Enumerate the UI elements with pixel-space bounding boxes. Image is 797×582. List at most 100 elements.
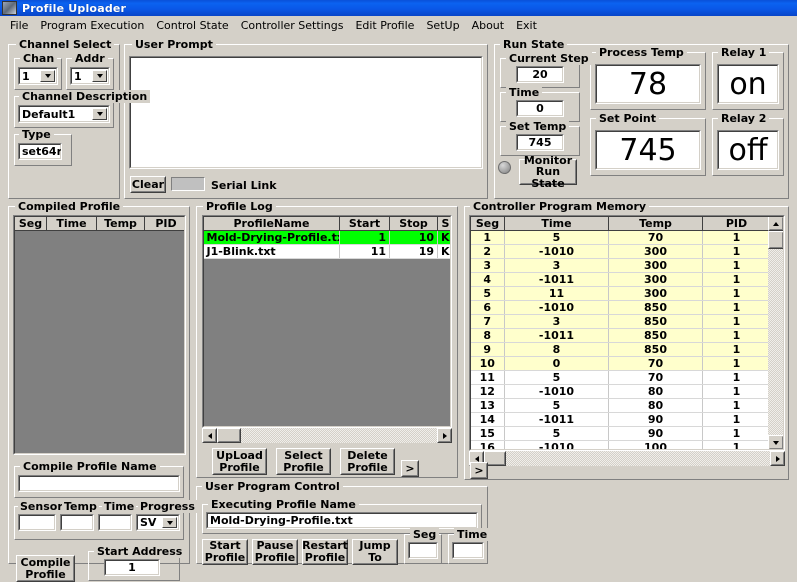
col-header-time[interactable]: Time (47, 217, 97, 231)
col-header-temp[interactable]: Temp (609, 217, 703, 231)
vscroll-thumb[interactable] (768, 231, 784, 249)
cpm-row[interactable]: 5113001 (471, 287, 771, 301)
monitor-run-state-button[interactable]: Monitor Run State (519, 159, 577, 185)
scroll-up-icon[interactable] (768, 216, 784, 231)
chevron-down-icon[interactable] (92, 108, 107, 120)
profile-log-more-button[interactable]: > (401, 460, 419, 477)
empty-cell (204, 357, 340, 371)
cpm-row[interactable]: 8-10118501 (471, 329, 771, 343)
empty-cell (204, 385, 340, 399)
menu-item-control-state[interactable]: Control State (150, 17, 234, 34)
cpm-row[interactable]: 12-1010801 (471, 385, 771, 399)
vscroll-track[interactable] (768, 216, 784, 450)
progress-dropdown[interactable]: SV (136, 514, 180, 531)
empty-cell (145, 399, 187, 413)
col-header-pid[interactable]: PID (703, 217, 771, 231)
compiled-profile-empty-row (15, 385, 187, 399)
clear-button[interactable]: Clear (130, 176, 166, 193)
upload-profile-button[interactable]: UpLoad Profile (212, 448, 267, 475)
menu-item-file[interactable]: File (4, 17, 34, 34)
cpm-hscrollbar[interactable] (469, 451, 785, 466)
app-icon (2, 1, 17, 15)
compile-temp-input[interactable] (60, 514, 94, 531)
col-header-pid[interactable]: PID (145, 217, 187, 231)
jump-seg-input[interactable] (408, 542, 438, 559)
hscroll-track[interactable] (469, 451, 785, 466)
col-header-seg[interactable]: Seg (15, 217, 47, 231)
cpm-row[interactable]: 100701 (471, 357, 771, 371)
chan-dropdown[interactable]: 1 (18, 67, 58, 85)
cpm-row[interactable]: 988501 (471, 343, 771, 357)
cpm-vscrollbar[interactable] (768, 216, 784, 450)
jump-to-button[interactable]: Jump To (352, 539, 398, 565)
cpm-more-button[interactable]: > (470, 462, 488, 479)
cpm-row[interactable]: 155901 (471, 427, 771, 441)
cpm-row[interactable]: 333001 (471, 259, 771, 273)
channel-description-dropdown[interactable]: Default1 (18, 105, 110, 123)
empty-cell (390, 259, 438, 273)
col-header-time[interactable]: Time (505, 217, 609, 231)
jump-time-input[interactable] (452, 542, 484, 559)
empty-cell (145, 413, 187, 427)
empty-cell (15, 371, 47, 385)
col-header-seg[interactable]: Seg (471, 217, 505, 231)
col-header-start[interactable]: Start (340, 217, 390, 231)
empty-cell (204, 343, 340, 357)
profile-log-row[interactable]: Mold-Drying-Profile.txt110K (204, 231, 453, 245)
user-prompt-textarea[interactable] (129, 56, 483, 169)
delete-profile-button[interactable]: Delete Profile (340, 448, 395, 475)
profile-log-row[interactable]: J1-Blink.txt1119K (204, 245, 453, 259)
executing-profile-name-field[interactable]: Mold-Drying-Profile.txt (206, 512, 478, 529)
cpm-temp-cell: 90 (609, 427, 703, 441)
col-header-profilename[interactable]: ProfileName (204, 217, 340, 231)
menu-item-controller-settings[interactable]: Controller Settings (235, 17, 350, 34)
profile-log-hscrollbar[interactable] (202, 428, 452, 443)
type-label: Type (19, 128, 54, 141)
col-header-temp[interactable]: Temp (97, 217, 145, 231)
scroll-right-icon[interactable] (437, 428, 452, 443)
menu-item-program-execution[interactable]: Program Execution (34, 17, 150, 34)
menu-item-edit-profile[interactable]: Edit Profile (349, 17, 420, 34)
col-header-stop[interactable]: Stop (390, 217, 438, 231)
pause-profile-button[interactable]: Pause Profile (252, 539, 298, 565)
chevron-down-icon[interactable] (162, 517, 177, 528)
profile-log-empty-row (204, 385, 453, 399)
user-prompt-text (130, 57, 482, 63)
col-header-s[interactable]: S (438, 217, 453, 231)
cpm-row[interactable]: 16-10101001 (471, 441, 771, 452)
compiled-profile-grid[interactable]: Seg Time Temp PID (13, 215, 186, 455)
hscroll-thumb[interactable] (217, 428, 241, 443)
profile-log-empty-row (204, 413, 453, 427)
compile-time-input[interactable] (98, 514, 132, 531)
cpm-row[interactable]: 4-10113001 (471, 273, 771, 287)
compile-profile-button[interactable]: Compile Profile (16, 555, 75, 582)
cpm-row[interactable]: 115701 (471, 371, 771, 385)
addr-dropdown[interactable]: 1 (70, 67, 110, 85)
cpm-row[interactable]: 15701 (471, 231, 771, 245)
cpm-row[interactable]: 14-1011901 (471, 413, 771, 427)
cpm-row[interactable]: 135801 (471, 399, 771, 413)
empty-cell (390, 385, 438, 399)
empty-cell (340, 273, 390, 287)
cpm-row[interactable]: 738501 (471, 315, 771, 329)
scroll-down-icon[interactable] (768, 435, 784, 450)
chevron-down-icon[interactable] (92, 70, 107, 82)
menu-item-exit[interactable]: Exit (510, 17, 543, 34)
start-profile-button[interactable]: Start Profile (202, 539, 248, 565)
restart-profile-button[interactable]: Restart Profile (302, 539, 348, 565)
compile-profile-name-input[interactable] (18, 475, 180, 492)
cpm-row[interactable]: 2-10103001 (471, 245, 771, 259)
type-field[interactable]: set64rs (18, 143, 62, 160)
chevron-down-icon[interactable] (40, 70, 55, 82)
cpm-pid-cell: 1 (703, 329, 771, 343)
profile-log-grid[interactable]: ProfileName Start Stop S Mold-Drying-Pro… (202, 215, 452, 428)
scroll-left-icon[interactable] (202, 428, 217, 443)
cpm-temp-cell: 300 (609, 273, 703, 287)
scroll-right-icon[interactable] (770, 451, 785, 466)
menu-item-setup[interactable]: SetUp (420, 17, 465, 34)
sensor-input[interactable] (18, 514, 56, 531)
cpm-row[interactable]: 6-10108501 (471, 301, 771, 315)
menu-item-about[interactable]: About (466, 17, 511, 34)
controller-program-memory-grid[interactable]: Seg Time Temp PID 157012-101030013330014… (469, 215, 785, 451)
select-profile-button[interactable]: Select Profile (276, 448, 331, 475)
